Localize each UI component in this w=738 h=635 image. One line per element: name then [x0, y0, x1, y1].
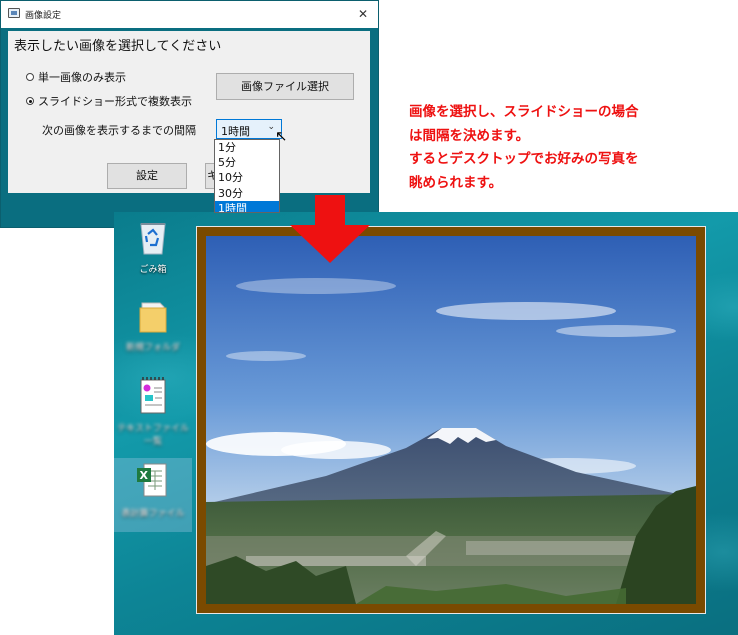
radio-single-label: 単一画像のみ表示: [38, 71, 126, 84]
spreadsheet-glyph-icon: X: [137, 463, 167, 497]
set-button[interactable]: 設定: [107, 163, 187, 189]
excel-file-label: 表計算ファイル: [121, 509, 185, 519]
interval-dropdown-list[interactable]: 1分 5分 10分 30分 1時間: [214, 139, 280, 213]
recycle-bin-glyph-icon: [140, 223, 166, 255]
radio-selected-icon[interactable]: [26, 97, 34, 105]
radio-slideshow-label: スライドショー形式で複数表示: [38, 95, 192, 108]
dropdown-option[interactable]: 10分: [215, 170, 279, 185]
title-bar: 画像設定 ✕: [1, 1, 378, 28]
folder-glyph-icon: [139, 302, 167, 333]
svg-text:X: X: [140, 469, 149, 482]
dropdown-option[interactable]: 30分: [215, 186, 279, 201]
radio-slideshow[interactable]: スライドショー形式で複数表示: [26, 93, 192, 109]
interval-label: 次の画像を表示するまでの間隔: [42, 124, 196, 137]
explanation-note: 画像を選択し、スライドショーの場合 は間隔を決めます。 するとデスクトップでお好…: [409, 101, 729, 195]
radio-icon[interactable]: [26, 73, 34, 81]
select-image-file-button[interactable]: 画像ファイル選択: [216, 73, 354, 100]
slideshow-photo-frame: [196, 226, 706, 614]
chevron-down-icon: ⌄: [267, 122, 275, 132]
settings-dialog: 画像設定 ✕ 表示したい画像を選択してください 単一画像のみ表示 スライドショー…: [0, 0, 379, 228]
note-line: するとデスクトップでお好みの写真を: [409, 151, 639, 167]
folder-label: 新規フォルダ: [125, 343, 180, 353]
interval-selected-value: 1時間: [221, 125, 250, 138]
excel-file-icon[interactable]: X 表計算ファイル: [114, 458, 192, 532]
window-title: 画像設定: [25, 11, 62, 21]
radio-single-image[interactable]: 単一画像のみ表示: [26, 69, 126, 85]
desktop-screen: ごみ箱 新規フォルダ テキストファイル一覧 X 表計算ファイル: [114, 212, 738, 635]
notepad-file-icon[interactable]: テキストファイル一覧: [114, 375, 192, 447]
mount-fuji-photo: [206, 236, 696, 604]
notepad-glyph-icon: [140, 377, 166, 414]
dropdown-option[interactable]: 5分: [215, 155, 279, 170]
note-line: 眺められます。: [409, 174, 503, 191]
dialog-client-area: 表示したい画像を選択してください 単一画像のみ表示 スライドショー形式で複数表示…: [8, 31, 370, 193]
close-button[interactable]: ✕: [348, 1, 378, 28]
folder-icon[interactable]: 新規フォルダ: [114, 294, 192, 358]
note-line: は間隔を決めます。: [409, 127, 530, 144]
mount-fuji-image: [206, 236, 696, 604]
interval-select[interactable]: 1時間 ⌄: [216, 119, 282, 139]
recycle-bin-icon[interactable]: ごみ箱: [114, 218, 192, 278]
dropdown-option-selected[interactable]: 1時間: [215, 200, 279, 212]
note-line: 画像を選択し、スライドショーの場合: [409, 104, 639, 120]
notepad-file-label: テキストファイル一覧: [117, 424, 189, 447]
app-icon: [8, 8, 20, 18]
dialog-heading: 表示したい画像を選択してください: [14, 39, 222, 54]
down-arrow-icon: [290, 195, 370, 263]
recycle-bin-label: ごみ箱: [139, 265, 167, 275]
dropdown-option[interactable]: 1分: [215, 140, 279, 155]
